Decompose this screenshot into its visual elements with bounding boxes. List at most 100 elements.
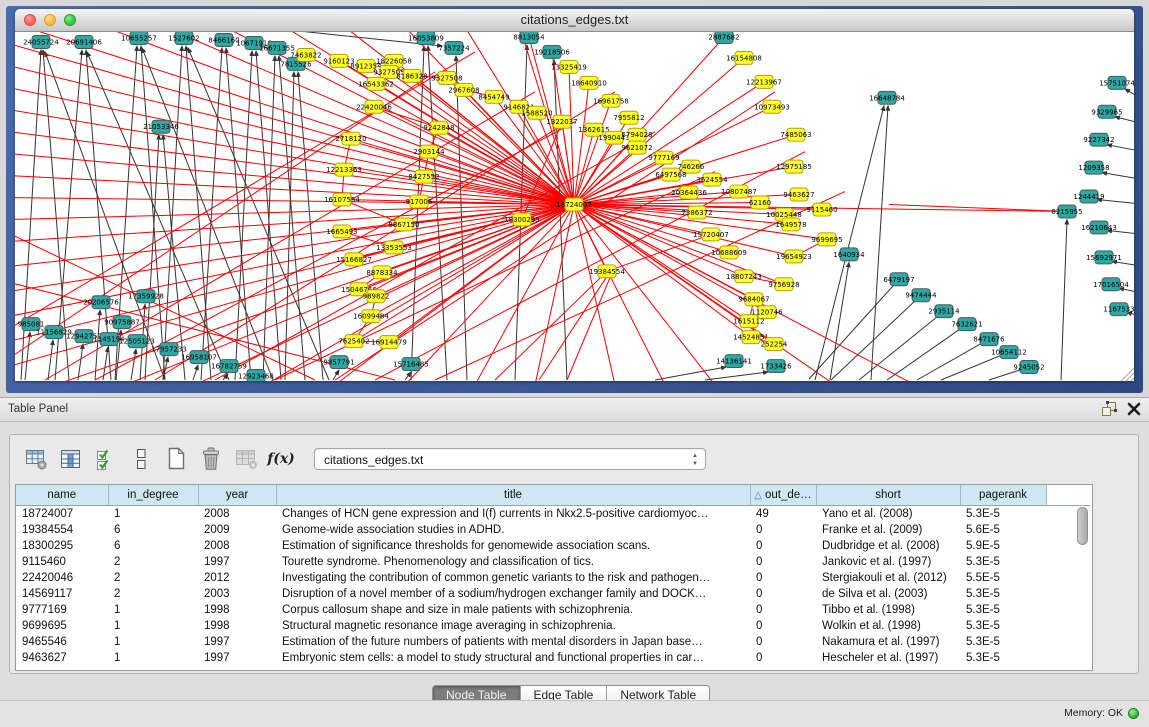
resize-grip-icon[interactable]: [1121, 368, 1134, 381]
graph-node[interactable]: 19218506: [534, 45, 570, 58]
table-cell[interactable]: Changes of HCN gene expression and I(f) …: [276, 506, 750, 523]
graph-node[interactable]: 20206576: [83, 296, 119, 309]
table-cell[interactable]: 18724007: [16, 506, 108, 523]
table-cell[interactable]: Dudbridge et al. (2008): [816, 538, 960, 554]
graph-node[interactable]: 18640910: [571, 76, 607, 89]
table-mode-button[interactable]: [24, 446, 48, 472]
column-header-name[interactable]: name: [16, 485, 108, 506]
table-cell[interactable]: Tourette syndrome. Phenomenology and cla…: [276, 554, 750, 570]
table-row[interactable]: 946362711997Embryonic stem cells: a mode…: [16, 650, 1090, 666]
table-cell[interactable]: 1: [108, 618, 198, 634]
graph-node[interactable]: 989822: [363, 290, 390, 303]
table-row[interactable]: 1456911722003Disruption of a novel membe…: [16, 586, 1090, 602]
graph-node[interactable]: 7632621: [951, 318, 982, 331]
table-cell[interactable]: Tibbo et al. (1998): [816, 602, 960, 618]
graph-node[interactable]: 19654923: [776, 250, 812, 263]
table-cell[interactable]: 5.5E-5: [960, 570, 1046, 586]
column-header-short[interactable]: short: [816, 485, 960, 506]
table-cell[interactable]: Franke et al. (2009): [816, 522, 960, 538]
table-cell[interactable]: 2: [108, 554, 198, 570]
function-builder-button[interactable]: f(x): [269, 446, 293, 472]
graph-node[interactable]: 1209358: [1078, 161, 1109, 174]
graph-node[interactable]: 20364436: [671, 186, 707, 199]
table-cell[interactable]: 49: [750, 506, 816, 523]
table-cell[interactable]: 1: [108, 650, 198, 666]
table-row[interactable]: 977716911998Corpus callosum shape and si…: [16, 602, 1090, 618]
graph-node[interactable]: 15751074: [1099, 76, 1134, 89]
table-cell[interactable]: 1998: [198, 618, 276, 634]
column-header-out_de[interactable]: △out_de…: [750, 485, 816, 506]
table-cell[interactable]: 22420046: [16, 570, 108, 586]
graph-node[interactable]: 9699695: [811, 233, 842, 246]
memory-ok-icon[interactable]: [1128, 708, 1139, 719]
table-cell[interactable]: Estimation of the future numbers of pati…: [276, 634, 750, 650]
table-cell[interactable]: 5.3E-5: [960, 554, 1046, 570]
table-cell[interactable]: 2: [108, 570, 198, 586]
graph-node[interactable]: 20691406: [66, 35, 102, 48]
graph-node[interactable]: 18300295: [504, 213, 540, 226]
graph-node[interactable]: 15716485: [393, 358, 429, 371]
graph-node[interactable]: 9227342: [1083, 133, 1114, 146]
graph-node[interactable]: 8466160: [208, 33, 239, 46]
graph-node[interactable]: 1665493: [326, 225, 357, 238]
graph-node[interactable]: 252254: [761, 338, 788, 351]
close-panel-icon[interactable]: [1127, 402, 1141, 416]
graph-node[interactable]: 7955812: [613, 111, 644, 124]
graph-node[interactable]: 1527602: [168, 32, 199, 44]
table-cell[interactable]: 0: [750, 634, 816, 650]
graph-node[interactable]: 16210643: [1081, 221, 1117, 234]
graph-node[interactable]: 12213363: [326, 163, 362, 176]
graph-node[interactable]: 16543362: [358, 77, 394, 90]
graph-node[interactable]: 7485063: [780, 128, 811, 141]
table-cell[interactable]: 5.3E-5: [960, 618, 1046, 634]
graph-node[interactable]: 8215955: [1051, 205, 1082, 218]
table-cell[interactable]: 1: [108, 634, 198, 650]
table-cell[interactable]: 1997: [198, 554, 276, 570]
show-columns-button[interactable]: [59, 446, 83, 472]
table-row[interactable]: 2242004622012Investigating the contribut…: [16, 570, 1090, 586]
table-cell[interactable]: Corpus callosum shape and size in male p…: [276, 602, 750, 618]
table-cell[interactable]: Investigating the contribution of common…: [276, 570, 750, 586]
graph-node[interactable]: 16107554: [324, 193, 360, 206]
graph-node[interactable]: 6479197: [883, 273, 914, 286]
graph-node[interactable]: 21053346: [143, 120, 179, 133]
table-cell[interactable]: 0: [750, 554, 816, 570]
graph-node[interactable]: 7625402: [338, 335, 369, 348]
scrollbar-thumb[interactable]: [1077, 507, 1088, 545]
graph-node[interactable]: 12213967: [746, 75, 782, 88]
graph-node[interactable]: 14136141: [716, 355, 752, 368]
table-cell[interactable]: 5.6E-5: [960, 522, 1046, 538]
table-cell[interactable]: 2009: [198, 522, 276, 538]
table-row[interactable]: 1830029562008Estimation of significance …: [16, 538, 1090, 554]
graph-node[interactable]: 16648784: [869, 91, 905, 104]
minimize-window-button[interactable]: [44, 14, 56, 26]
graph-node[interactable]: 9463627: [783, 188, 814, 201]
table-cell[interactable]: 2003: [198, 586, 276, 602]
network-graph[interactable]: 2405572420691406106552571527602846616010…: [15, 32, 1134, 381]
graph-node[interactable]: 9245052: [1013, 361, 1044, 374]
graph-node[interactable]: 2935114: [928, 305, 960, 318]
graph-node[interactable]: 10807487: [721, 185, 757, 198]
column-header-in_degree[interactable]: in_degree: [108, 485, 198, 506]
float-window-icon[interactable]: [1101, 401, 1117, 417]
table-cell[interactable]: 1: [108, 602, 198, 618]
table-cell[interactable]: 5.3E-5: [960, 650, 1046, 666]
table-cell[interactable]: 2: [108, 586, 198, 602]
table-row[interactable]: 1872400712008Changes of HCN gene express…: [16, 506, 1090, 523]
table-cell[interactable]: 9777169: [16, 602, 108, 618]
table-cell[interactable]: 0: [750, 650, 816, 666]
graph-node[interactable]: 12923468: [238, 370, 274, 381]
graph-node[interactable]: 3624554: [696, 173, 728, 186]
table-cell[interactable]: 18300295: [16, 538, 108, 554]
network-window-titlebar[interactable]: citations_edges.txt: [15, 9, 1134, 32]
table-cell[interactable]: 9463627: [16, 650, 108, 666]
column-header-pagerank[interactable]: pagerank: [960, 485, 1046, 506]
table-cell[interactable]: 5.9E-5: [960, 538, 1046, 554]
graph-node[interactable]: 1167533: [1103, 303, 1134, 316]
graph-node[interactable]: 1244419: [1073, 190, 1104, 203]
column-header-year[interactable]: year: [198, 485, 276, 506]
graph-node[interactable]: 1733426: [760, 360, 791, 373]
network-canvas[interactable]: 2405572420691406106552571527602846616010…: [15, 32, 1134, 381]
table-cell[interactable]: 1997: [198, 650, 276, 666]
select-columns-button[interactable]: [94, 446, 118, 472]
